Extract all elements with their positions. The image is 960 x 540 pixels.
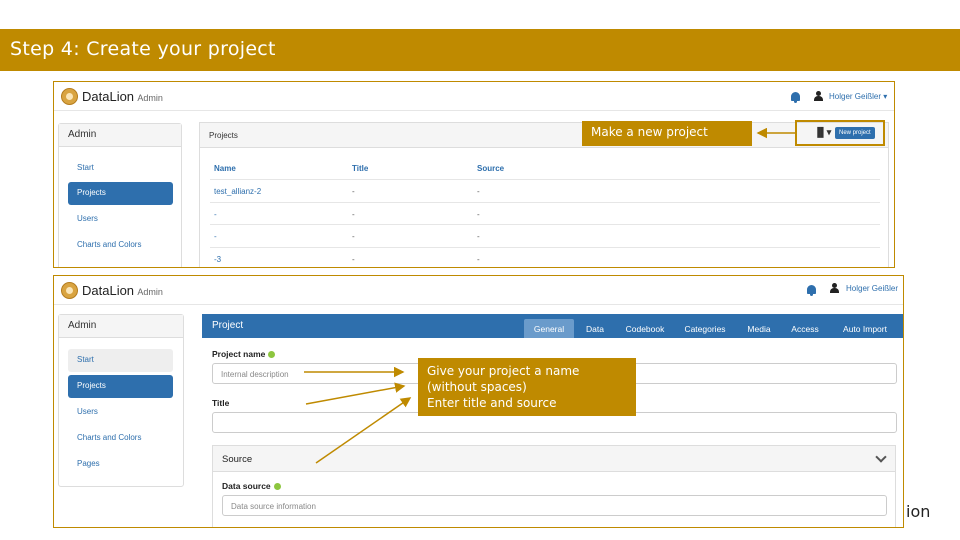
chevron-down-icon[interactable] <box>875 451 887 463</box>
callout-line-3: Enter title and source <box>427 396 557 410</box>
table-row[interactable]: -3 - - <box>210 247 880 267</box>
callout-line-1: Give your project a name <box>427 364 580 378</box>
new-project-button[interactable]: New project <box>835 127 875 139</box>
bar-chart-icon[interactable]: ▐▌▾ <box>814 127 831 138</box>
datalion-logo-icon <box>61 282 78 299</box>
brand-name: DataLion <box>82 89 135 104</box>
bell-icon[interactable] <box>791 92 800 103</box>
source-section-title: Source <box>222 454 253 465</box>
cell-source: - <box>477 255 480 264</box>
title-label: Title <box>212 398 230 408</box>
cell-source: - <box>477 232 480 241</box>
cell-source: - <box>477 210 480 219</box>
brand-sub: Admin <box>137 287 163 297</box>
project-name-label-text: Project name <box>212 349 266 359</box>
callout-new-project: Make a new project <box>582 121 752 146</box>
tab-general[interactable]: General <box>524 319 574 338</box>
admin-sidebar: Admin Start Projects Users Charts and Co… <box>58 123 182 267</box>
step-title: Step 4: Create your project <box>10 38 276 60</box>
help-icon[interactable] <box>273 483 281 491</box>
datalion-logo-icon <box>61 88 78 105</box>
cell-name[interactable]: -3 <box>214 255 221 264</box>
step-banner: Step 4: Create your project <box>0 29 960 71</box>
user-menu[interactable]: Holger Geißler <box>846 284 898 293</box>
cell-title: - <box>352 232 355 241</box>
brand-sub: Admin <box>137 93 163 103</box>
project-header: Project General Data Codebook Categories… <box>202 314 903 338</box>
sidebar-item-users[interactable]: Users <box>68 208 173 231</box>
column-name[interactable]: Name <box>214 164 236 173</box>
table-row[interactable]: test_allianz-2 - - <box>210 179 880 202</box>
top-navbar: DataLion Admin Holger Geißler <box>54 276 903 305</box>
sidebar-title: Admin <box>59 315 183 338</box>
tab-access[interactable]: Access <box>786 319 824 338</box>
brand-name: DataLion <box>82 283 135 298</box>
projects-list-screenshot: DataLion Admin Holger Geißler ▾ Admin St… <box>53 81 895 268</box>
column-title[interactable]: Title <box>352 164 368 173</box>
source-section-header[interactable]: Source <box>213 446 895 472</box>
sidebar-item-charts-and-colors[interactable]: Charts and Colors <box>68 234 173 257</box>
panel-title: Projects <box>200 123 888 148</box>
brand[interactable]: DataLion Admin <box>82 283 163 298</box>
sidebar-item-pages[interactable]: Pages <box>68 453 173 476</box>
callout-line-2: (without spaces) <box>427 380 527 394</box>
user-icon <box>814 91 823 101</box>
source-section: Source Data source Data source informati… <box>212 445 896 527</box>
bell-icon[interactable] <box>807 285 816 296</box>
cell-title: - <box>352 210 355 219</box>
cell-source: - <box>477 187 480 196</box>
user-menu[interactable]: Holger Geißler ▾ <box>829 92 887 101</box>
project-name-label: Project name <box>212 349 276 359</box>
admin-sidebar: Admin Start Projects Users Charts and Co… <box>58 314 184 487</box>
sidebar-item-users[interactable]: Users <box>68 401 173 424</box>
column-source[interactable]: Source <box>477 164 504 173</box>
user-icon <box>830 283 839 293</box>
cell-name[interactable]: - <box>214 210 217 219</box>
data-source-label-text: Data source <box>222 481 271 491</box>
projects-panel: Projects Name Title Source test_allianz-… <box>199 122 889 267</box>
cell-name[interactable]: test_allianz-2 <box>214 187 261 196</box>
brand[interactable]: DataLion Admin <box>82 89 163 104</box>
sidebar-item-projects[interactable]: Projects <box>68 182 173 205</box>
sidebar-item-charts-and-colors[interactable]: Charts and Colors <box>68 427 173 450</box>
help-icon[interactable] <box>268 351 276 359</box>
cell-title: - <box>352 255 355 264</box>
tab-codebook[interactable]: Codebook <box>620 319 670 338</box>
sidebar-item-start[interactable]: Start <box>68 349 173 372</box>
table-row[interactable]: - - - <box>210 224 880 247</box>
tab-auto-import[interactable]: Auto Import <box>837 319 893 338</box>
top-navbar: DataLion Admin Holger Geißler ▾ <box>54 82 894 111</box>
tab-media[interactable]: Media <box>744 319 774 338</box>
tab-categories[interactable]: Categories <box>680 319 730 338</box>
side-text-fragment: ion <box>906 502 931 521</box>
new-project-highlight: ▐▌▾ New project <box>795 120 885 146</box>
project-header-title: Project <box>212 320 244 331</box>
data-source-label: Data source <box>222 481 281 491</box>
sidebar-item-start[interactable]: Start <box>68 157 173 180</box>
sidebar-title: Admin <box>59 124 181 147</box>
table-row[interactable]: - - - <box>210 202 880 225</box>
data-source-placeholder: Data source information <box>231 502 316 511</box>
tab-data[interactable]: Data <box>581 319 609 338</box>
data-source-input[interactable]: Data source information <box>222 495 887 516</box>
cell-name[interactable]: - <box>214 232 217 241</box>
cell-title: - <box>352 187 355 196</box>
sidebar-item-projects[interactable]: Projects <box>68 375 173 398</box>
project-name-placeholder: Internal description <box>221 370 289 379</box>
callout-project-name: Give your project a name (without spaces… <box>418 358 636 416</box>
